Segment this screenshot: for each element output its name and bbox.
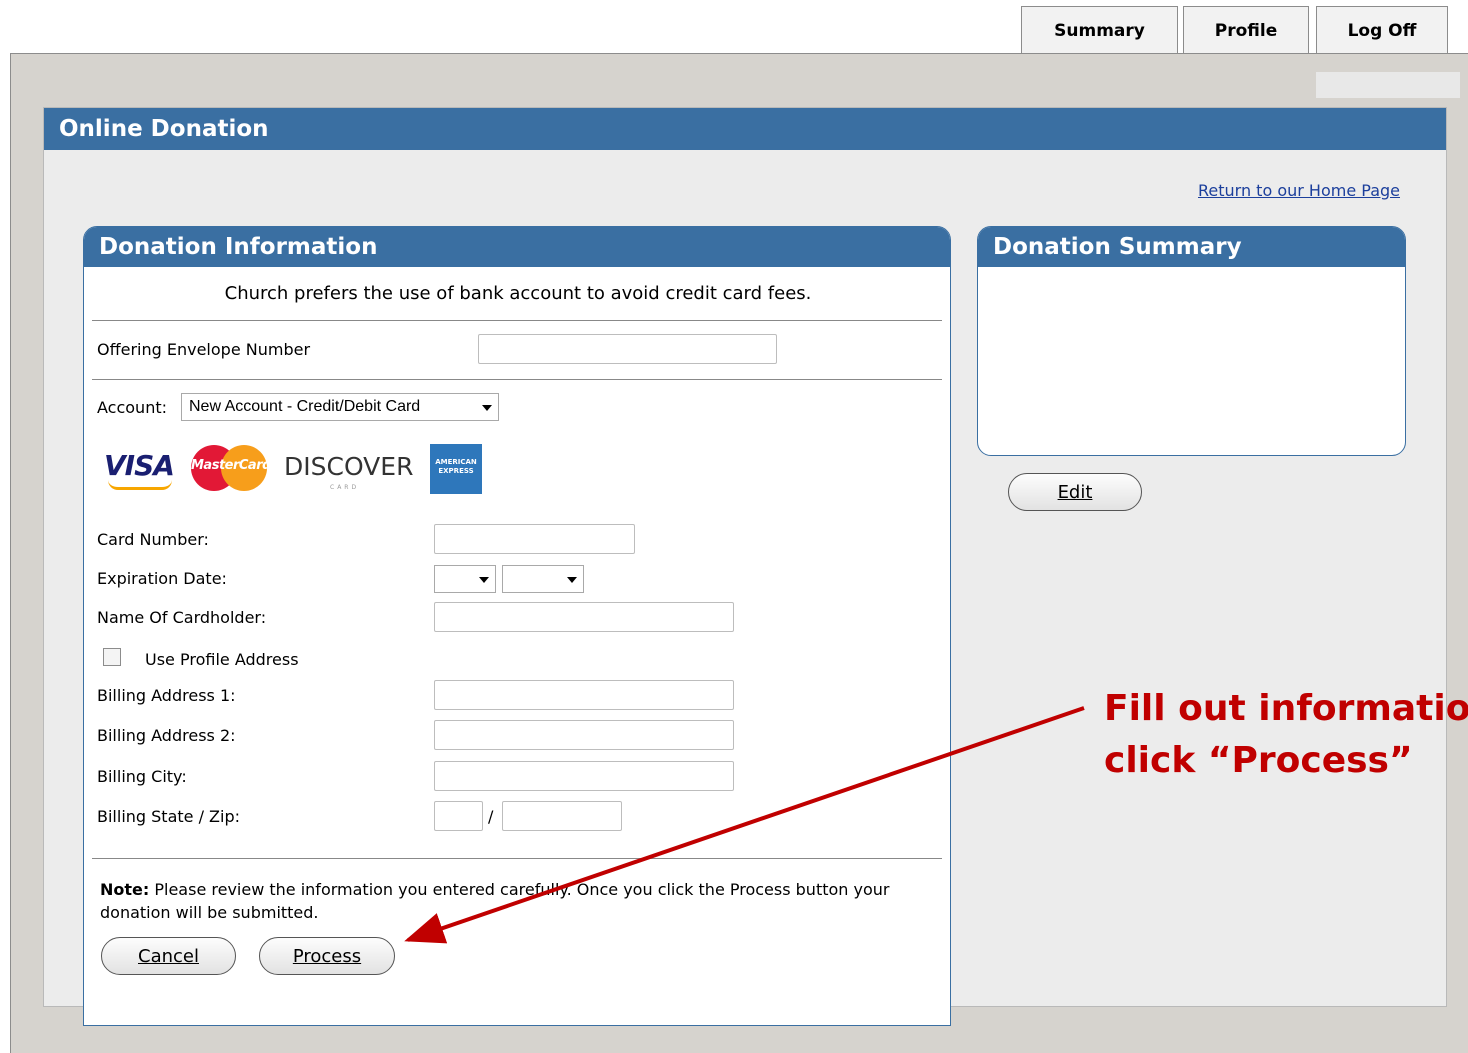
cancel-button-label: Cancel	[138, 945, 199, 967]
cardholder-label: Name Of Cardholder:	[97, 608, 267, 627]
header-spacer	[1316, 72, 1460, 98]
process-button-label: Process	[292, 945, 362, 967]
envelope-label: Offering Envelope Number	[97, 340, 311, 359]
use-profile-address-checkbox[interactable]	[103, 648, 121, 666]
annotation-callout: Fill out informatio click “Process”	[1104, 683, 1468, 787]
return-home-link[interactable]: Return to our Home Page	[1198, 181, 1400, 200]
expiration-year-select[interactable]	[502, 565, 584, 593]
chevron-down-icon	[479, 577, 489, 583]
donation-summary-panel: Donation Summary	[977, 226, 1406, 456]
chevron-down-icon	[482, 405, 492, 411]
envelope-number-input[interactable]	[478, 334, 777, 364]
tab-summary[interactable]: Summary	[1021, 6, 1178, 54]
mastercard-label: MasterCard	[191, 458, 271, 473]
divider	[92, 320, 942, 321]
account-select[interactable]: New Account - Credit/Debit Card	[181, 393, 499, 421]
account-selected-value: New Account - Credit/Debit Card	[189, 398, 421, 415]
visa-swoosh-icon	[108, 480, 172, 490]
billing-address-2-input[interactable]	[434, 720, 734, 750]
note-text: Please review the information you entere…	[100, 880, 890, 922]
expiration-label: Expiration Date:	[97, 569, 227, 588]
page-title: Online Donation	[44, 108, 1446, 150]
billing-address-1-input[interactable]	[434, 680, 734, 710]
discover-logo-icon: DISCOVER	[284, 452, 414, 481]
edit-button[interactable]: Edit	[1008, 473, 1142, 511]
billing-state-input[interactable]	[434, 801, 483, 831]
billing-city-label: Billing City:	[97, 767, 187, 786]
state-zip-separator: /	[488, 807, 494, 826]
cancel-button[interactable]: Cancel	[101, 937, 236, 975]
billing-city-input[interactable]	[434, 761, 734, 791]
cardholder-name-input[interactable]	[434, 602, 734, 632]
billing-address-1-label: Billing Address 1:	[97, 686, 236, 705]
expiration-month-select[interactable]	[434, 565, 496, 593]
review-note: Note: Please review the information you …	[100, 878, 920, 924]
discover-sub-label: CARD	[330, 484, 360, 491]
annotation-line-2: click “Process”	[1104, 740, 1413, 781]
note-bold-label: Note:	[100, 880, 150, 899]
tab-profile[interactable]: Profile	[1183, 6, 1309, 54]
donation-information-title: Donation Information	[84, 227, 950, 267]
divider	[92, 858, 942, 859]
tab-log-off[interactable]: Log Off	[1316, 6, 1448, 54]
amex-logo-icon: AMERICAN EXPRESS	[430, 444, 482, 494]
use-profile-address-label: Use Profile Address	[145, 650, 299, 669]
billing-zip-input[interactable]	[502, 801, 622, 831]
donation-summary-title: Donation Summary	[978, 227, 1405, 267]
payment-preference-message: Church prefers the use of bank account t…	[224, 283, 812, 304]
annotation-line-1: Fill out informatio	[1104, 688, 1468, 729]
edit-button-label: Edit	[1057, 481, 1093, 503]
billing-address-2-label: Billing Address 2:	[97, 726, 236, 745]
billing-state-zip-label: Billing State / Zip:	[97, 807, 241, 826]
visa-logo-icon: VISA	[104, 449, 175, 482]
chevron-down-icon	[567, 577, 577, 583]
process-button[interactable]: Process	[259, 937, 395, 975]
card-number-label: Card Number:	[97, 530, 209, 549]
divider	[92, 379, 942, 380]
card-number-input[interactable]	[434, 524, 635, 554]
account-label: Account:	[97, 398, 167, 417]
